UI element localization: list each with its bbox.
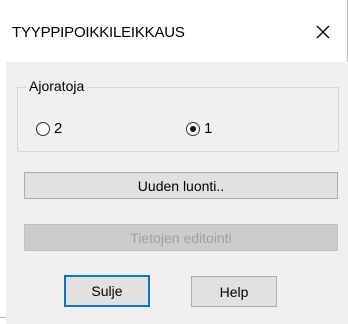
radio-button-icon [36,121,50,136]
radio-option-label: 2 [54,120,63,137]
dialog-title: TYYPPIPOIKKILEIKKAUS [12,24,185,41]
ajoratoja-groupbox: Ajoratoja 2 1 [17,78,339,152]
title-bar: TYYPPIPOIKKILEIKKAUS [0,0,347,60]
groupbox-label: Ajoratoja [26,78,88,94]
radio-option-label: 1 [204,120,213,137]
tietojen-editointi-button[interactable]: Tietojen editointi [24,224,338,251]
sulje-button[interactable]: Sulje [64,275,150,307]
dialog-content: Ajoratoja 2 1 Uuden luonti.. Tietojen ed… [6,62,348,324]
radio-option-1[interactable]: 1 [186,120,212,137]
uuden-luonti-button[interactable]: Uuden luonti.. [24,172,338,199]
close-button[interactable] [305,14,341,50]
close-icon [316,25,330,39]
radio-button-checked-icon [186,121,200,136]
dialog-window: TYYPPIPOIKKILEIKKAUS Ajoratoja 2 1 Uuden… [0,0,348,324]
help-button[interactable]: Help [191,276,277,307]
radio-option-2[interactable]: 2 [36,120,62,137]
